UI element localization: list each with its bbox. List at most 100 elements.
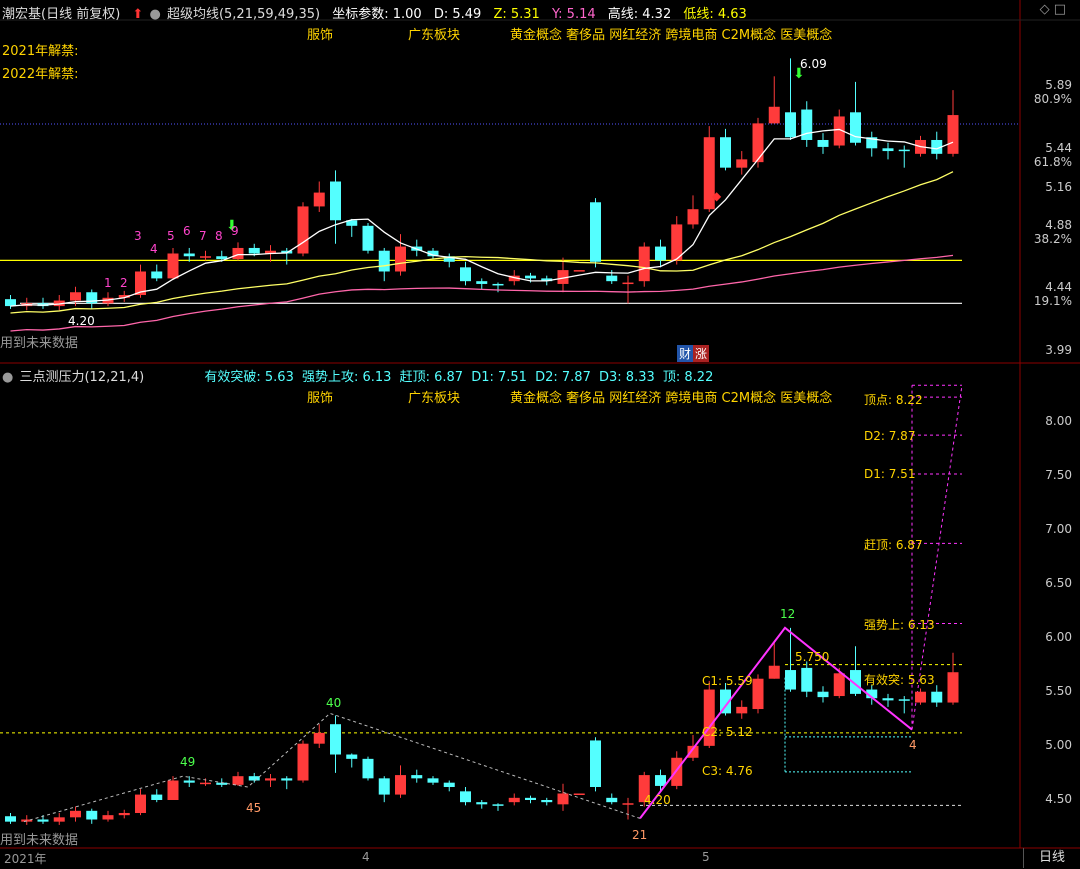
candle-body-bot — [817, 691, 829, 698]
candle-body-top — [151, 271, 163, 279]
candle-body-bot — [102, 815, 114, 820]
value-d: D: 5.49 — [433, 7, 482, 22]
candle-body-bot — [151, 794, 163, 800]
candle-body-bot — [525, 797, 536, 800]
candle-body-top — [330, 181, 341, 221]
candle-body-top — [947, 115, 959, 154]
concept-bottom-2: 黄金概念 奢侈品 网红经济 跨境电商 C2M概念 医美概念 — [510, 391, 833, 406]
candle-body-bot — [232, 776, 244, 785]
value-chase: 赶顶: 6.87 — [399, 370, 464, 385]
candle-body-bot — [297, 743, 309, 781]
candle-body-top — [476, 281, 488, 284]
candle-body-bot — [313, 732, 325, 744]
concept-top-2: 黄金概念 奢侈品 网红经济 跨境电商 C2M概念 医美概念 — [510, 28, 833, 43]
candle-body-bot — [378, 778, 390, 795]
candle-body-bot — [118, 812, 130, 816]
header-main: 潮宏基(日线 前复权) ⬆ ● 超级均线(5,21,59,49,35) 坐标参数… — [2, 3, 755, 23]
candle-body-bot — [460, 791, 471, 803]
axis-top-3: 61.8% — [1033, 155, 1072, 169]
candle-body-top — [622, 282, 634, 285]
concept-top-0: 服饰 — [307, 28, 334, 43]
zhang-badge[interactable]: 涨 — [693, 345, 710, 362]
wave-n1: 1 — [104, 276, 112, 290]
wave-n2: 2 — [120, 276, 128, 290]
candle-body-top — [492, 283, 504, 286]
strong-label: 强势上: 6.13 — [864, 618, 935, 632]
candle-body-bot — [427, 778, 439, 783]
axis-top-8: 19.1% — [1033, 294, 1072, 308]
level-5750-label: 5.750 — [795, 650, 830, 664]
candle-body-bot — [248, 776, 260, 781]
zigzag-magenta — [639, 626, 913, 820]
axis-bottom-2: 7.00 — [1045, 522, 1072, 536]
ma-indicator-name[interactable]: 超级均线(5,21,59,49,35) — [167, 7, 320, 22]
value-eff: 有效突破: 5.63 — [204, 370, 294, 385]
period-button[interactable]: 日线 — [1023, 848, 1080, 868]
candle-body-top — [5, 299, 16, 307]
peak-price-label: 6.09 — [800, 57, 827, 71]
indicator-toggle-icon[interactable]: ● — [149, 7, 160, 22]
candle-body-top — [395, 246, 406, 272]
c1-label: C1: 5.59 — [702, 674, 753, 688]
candle-body-bot — [70, 810, 81, 818]
candle-body-top — [785, 112, 796, 138]
label-n45: 45 — [246, 801, 262, 815]
cai-badge[interactable]: 财 — [677, 345, 694, 362]
candle-body-bot — [915, 691, 926, 703]
stock-name[interactable]: 潮宏基(日线 前复权) — [2, 7, 120, 22]
candle-body-top — [167, 253, 179, 279]
value-high: 高线: 4.32 — [607, 7, 672, 22]
candle-body-top — [70, 292, 81, 301]
candle-body-top — [768, 106, 780, 124]
indicator-toggle-icon-2[interactable]: ● — [2, 370, 13, 385]
future-note-top: 用到未来数据 — [0, 336, 79, 351]
candle-body-bot — [200, 782, 211, 785]
axis-bottom-6: 5.00 — [1045, 738, 1072, 752]
value-top: 顶: 8.22 — [662, 370, 714, 385]
candle-body-top — [655, 246, 666, 261]
candle-body-bot — [508, 797, 520, 803]
candle-body-top — [850, 112, 861, 143]
axis-bottom-4: 6.00 — [1045, 630, 1072, 644]
axis-top-9: 3.99 — [1045, 343, 1072, 357]
candle-body-top — [200, 256, 211, 258]
candle-body-bot — [346, 754, 358, 759]
concept-bottom-1: 广东板块 — [408, 391, 461, 406]
axis-top-7: 4.44 — [1045, 280, 1072, 294]
candle-body-bot — [573, 793, 585, 796]
window-controls[interactable]: ◇ □ — [1040, 2, 1066, 17]
candle-body-top — [817, 139, 829, 147]
value-z: Z: 5.31 — [493, 7, 540, 22]
chase-label: 赶顶: 6.87 — [864, 538, 923, 552]
candle-body-bot — [590, 740, 601, 788]
axis-top-0: 5.89 — [1045, 78, 1072, 92]
candle-body-bot — [37, 819, 49, 822]
wave-n4: 4 — [150, 242, 158, 256]
candle-body-top — [736, 159, 748, 168]
candle-body-bot — [362, 758, 374, 779]
candle-body-bot — [183, 780, 195, 783]
concept-bottom-0: 服饰 — [307, 391, 334, 406]
axis-bottom-7: 4.50 — [1045, 792, 1072, 806]
axis-top-6: 38.2% — [1033, 232, 1072, 246]
c2-label: C2: 5.12 — [702, 725, 753, 739]
candle-body-bot — [655, 775, 666, 786]
candle-body-bot — [167, 780, 179, 800]
axis-top-5: 4.88 — [1045, 218, 1072, 232]
value-strong: 强势上攻: 6.13 — [302, 370, 392, 385]
label-n4: 4 — [909, 738, 917, 752]
candle-body-bot — [541, 800, 553, 803]
candle-body-bot — [476, 802, 488, 805]
lift-2022: 2022年解禁: — [2, 67, 79, 82]
candle-body-top — [297, 206, 309, 254]
candle-body-bot — [330, 724, 341, 755]
axis-top-4: 5.16 — [1045, 180, 1072, 194]
date-label-0: 2021年 — [4, 852, 47, 866]
date-label-2: 5 — [702, 850, 710, 864]
pressure-indicator-name[interactable]: 三点测压力(12,21,4) — [19, 370, 144, 385]
candle-body-top — [362, 225, 374, 251]
label-n40: 40 — [326, 696, 342, 710]
candle-body-bot — [671, 757, 683, 786]
candle-body-top — [898, 149, 910, 152]
axis-top-2: 5.44 — [1045, 141, 1072, 155]
